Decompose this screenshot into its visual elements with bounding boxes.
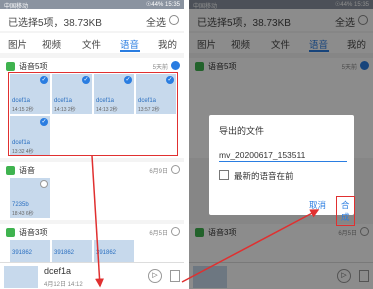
tile-time: 18:43 6秒 bbox=[12, 211, 34, 217]
active-tab-indicator bbox=[120, 50, 140, 52]
dialog-title: 导出的文件 bbox=[219, 126, 265, 136]
tab-images[interactable]: 图片 bbox=[8, 37, 27, 51]
voice-group-2: 语音 6月9日 7235b 18:43 6秒 bbox=[0, 162, 184, 220]
newest-first-checkbox[interactable] bbox=[219, 170, 229, 180]
status-right: ☉44% 15:35 bbox=[145, 2, 180, 8]
audio-player: dcef1a 4月12日 14:12 ▷ bbox=[0, 262, 184, 289]
group-date: 6月9日 bbox=[149, 169, 168, 175]
wechat-icon bbox=[6, 62, 15, 71]
voice-tile[interactable]: 391862 bbox=[10, 240, 50, 262]
left-screen: 中国移动 ☉44% 15:35 已选择5项，38.73KB 全选 图片 视频 文… bbox=[0, 0, 184, 289]
merge-button[interactable]: 合成 bbox=[336, 196, 355, 226]
group-title: 语音5项 bbox=[19, 62, 48, 71]
voice-group-3: 语音3项 6月5日 391862 391862 391862 bbox=[0, 224, 184, 262]
select-all-label[interactable]: 全选 bbox=[146, 14, 166, 29]
tile-name: 391862 bbox=[96, 250, 117, 256]
export-dialog: 导出的文件 最新的语音在前 取消 合成 bbox=[209, 115, 355, 226]
right-screen: 中国移动 ☉44% 15:35 已选择5项，38.73KB 全选 图片 视频 文… bbox=[189, 0, 373, 289]
tab-mine[interactable]: 我的 bbox=[158, 37, 177, 51]
tile-name: 391862 bbox=[12, 250, 33, 256]
select-all-checkbox[interactable] bbox=[169, 15, 179, 25]
unchecked-icon[interactable] bbox=[40, 180, 48, 188]
player-name: dcef1a bbox=[44, 266, 72, 276]
voice-tile[interactable]: 391862 bbox=[94, 240, 134, 262]
group-checkbox[interactable] bbox=[171, 227, 180, 236]
play-icon[interactable]: ▷ bbox=[148, 269, 162, 283]
tab-bar: 图片 视频 文件 语音 我的 bbox=[0, 33, 184, 53]
wechat-icon bbox=[6, 228, 15, 237]
tile-name: 391862 bbox=[54, 250, 75, 256]
wechat-icon bbox=[6, 166, 15, 175]
group-title: 语音3项 bbox=[19, 228, 48, 237]
selection-header: 已选择5项，38.73KB 全选 bbox=[0, 9, 184, 31]
merge-icon[interactable] bbox=[170, 270, 180, 282]
group-date: 6月5日 bbox=[149, 231, 168, 237]
group-checkbox[interactable] bbox=[171, 165, 180, 174]
voice-tile[interactable]: 7235b 18:43 6秒 bbox=[10, 178, 50, 218]
newest-first-label: 最新的语音在前 bbox=[234, 171, 294, 181]
group-title: 语音 bbox=[19, 166, 35, 175]
tab-files[interactable]: 文件 bbox=[82, 37, 101, 51]
filename-input[interactable] bbox=[219, 148, 347, 162]
group-date: 5天前 bbox=[152, 65, 168, 71]
highlight-box bbox=[8, 72, 178, 156]
player-time: 4月12日 14:12 bbox=[44, 282, 83, 288]
selection-title: 已选择5项，38.73KB bbox=[8, 18, 102, 29]
tab-voice[interactable]: 语音 bbox=[120, 37, 139, 51]
voice-tile[interactable]: 391862 bbox=[52, 240, 92, 262]
group-checkbox[interactable] bbox=[171, 61, 180, 70]
tile-name: 7235b bbox=[12, 202, 29, 208]
cancel-button[interactable]: 取消 bbox=[309, 199, 326, 211]
tab-videos[interactable]: 视频 bbox=[42, 37, 61, 51]
player-thumbnail bbox=[4, 266, 38, 288]
status-bar: 中国移动 ☉44% 15:35 bbox=[0, 0, 184, 10]
